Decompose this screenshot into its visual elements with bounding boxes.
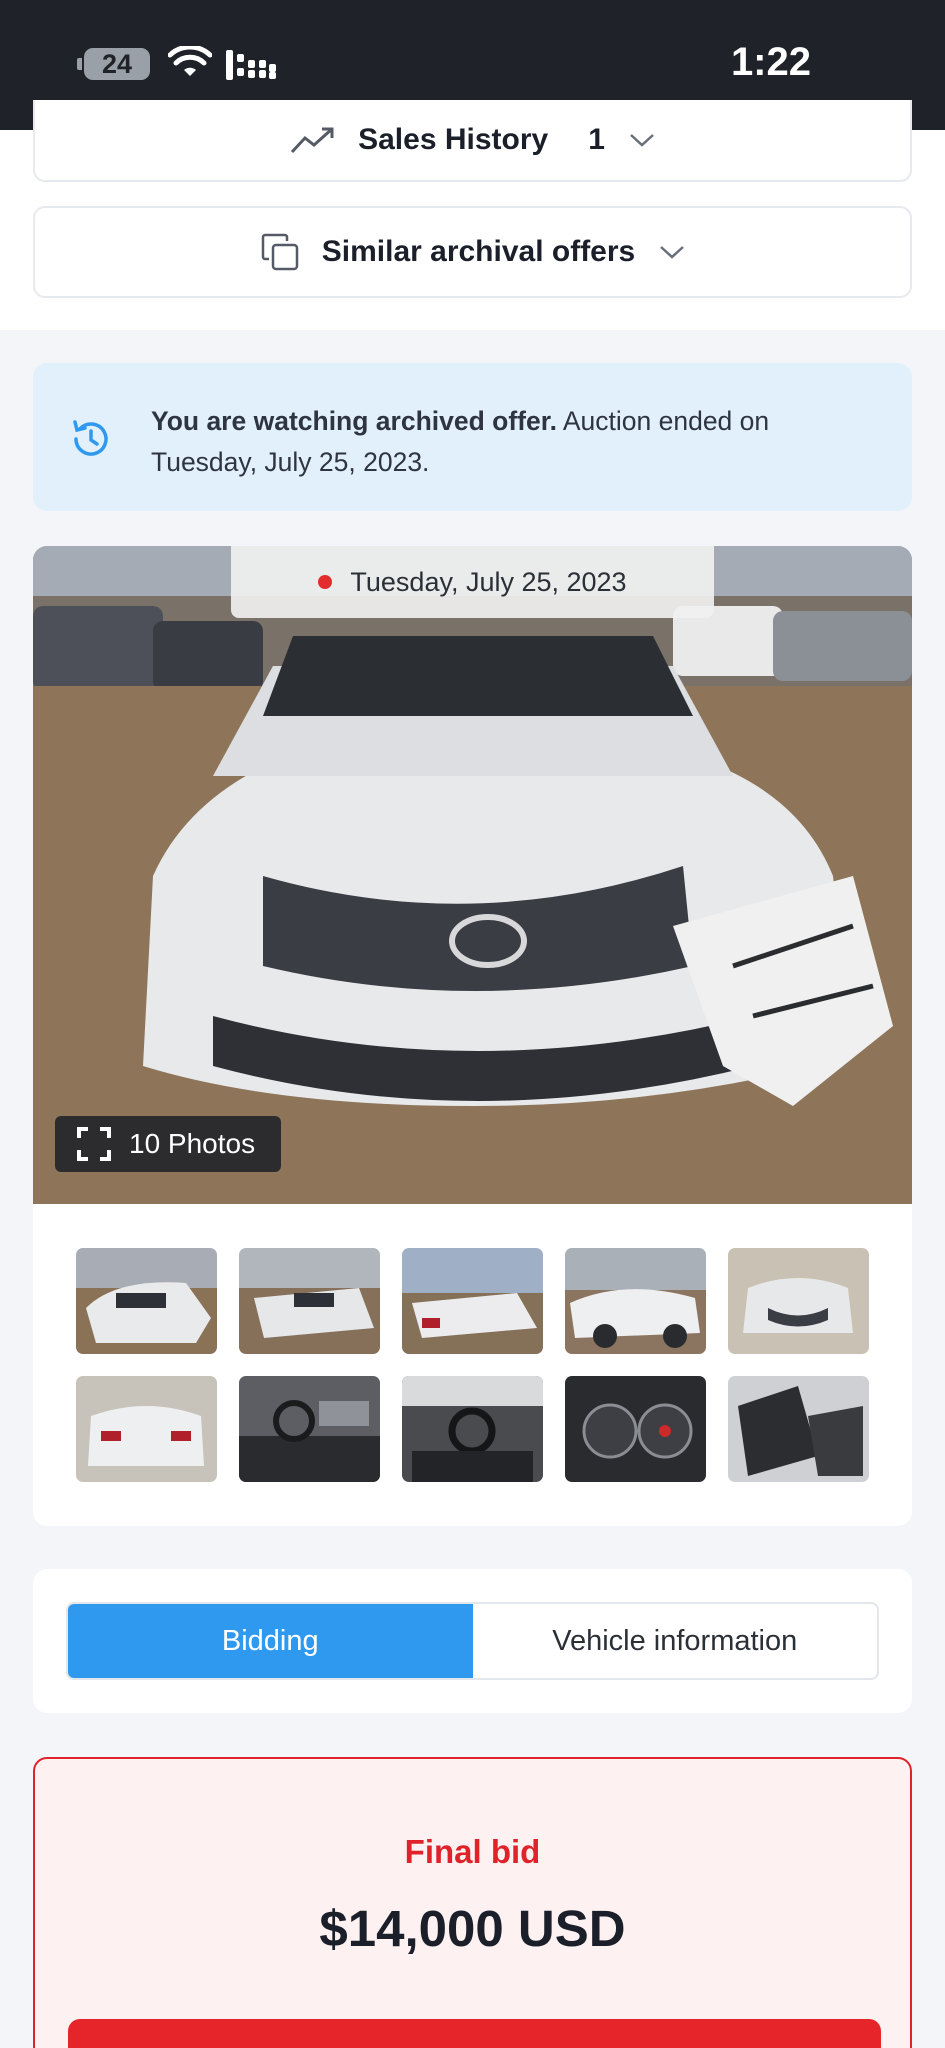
photo-gallery: Tuesday, July 25, 2023 10 Photos — [33, 546, 912, 1526]
final-bid-label: Final bid — [404, 1833, 541, 1870]
notice-text: You are watching archived offer. Auction… — [151, 401, 831, 483]
thumbnail-1[interactable] — [76, 1248, 217, 1354]
photos-count-label: 10 Photos — [129, 1128, 256, 1159]
copy-icon — [260, 232, 300, 272]
thumbnail-9[interactable] — [565, 1376, 706, 1482]
chevron-down-icon — [629, 132, 655, 148]
tab-vehicle-information[interactable]: Vehicle information — [473, 1604, 878, 1678]
chevron-down-icon — [659, 244, 685, 260]
signal-icon — [226, 50, 276, 85]
wifi-icon — [167, 44, 213, 87]
live-dot-icon — [318, 575, 333, 589]
notice-bold: You are watching archived offer. — [151, 406, 557, 436]
thumbnail-8[interactable] — [402, 1376, 543, 1482]
thumbnail-10[interactable] — [728, 1376, 869, 1482]
tab-bidding[interactable]: Bidding — [68, 1604, 473, 1678]
similar-offers-label: Similar archival offers — [321, 235, 636, 268]
tabs-card: Bidding Vehicle information — [33, 1569, 912, 1713]
thumbnail-grid — [76, 1248, 869, 1482]
final-bid-action-bar[interactable] — [68, 2019, 881, 2048]
battery-level: 24 — [101, 49, 133, 79]
thumbnail-6[interactable] — [76, 1376, 217, 1482]
tab-bar: Bidding Vehicle information — [66, 1602, 879, 1680]
auction-date: Tuesday, July 25, 2023 — [350, 566, 627, 597]
main-vehicle-photo[interactable]: Tuesday, July 25, 2023 10 Photos — [33, 546, 912, 1204]
battery-icon: 24 — [77, 48, 150, 80]
thumbnail-4[interactable] — [565, 1248, 706, 1354]
thumbnail-2[interactable] — [239, 1248, 380, 1354]
clock: 1:22 — [730, 40, 811, 84]
sales-history-count: 1 — [588, 123, 605, 156]
thumbnail-5[interactable] — [728, 1248, 869, 1354]
photos-count-button[interactable]: 10 Photos — [55, 1116, 281, 1172]
thumbnail-3[interactable] — [402, 1248, 543, 1354]
auction-date-chip: Tuesday, July 25, 2023 — [231, 546, 714, 618]
sales-history-button[interactable]: Sales History 1 — [33, 100, 912, 182]
similar-offers-button[interactable]: Similar archival offers — [33, 206, 912, 298]
final-bid-value: $14,000 USD — [319, 1900, 626, 1957]
history-icon — [69, 417, 113, 466]
final-bid-card: Final bid $14,000 USD — [33, 1757, 912, 2048]
trend-up-icon — [290, 125, 336, 155]
sales-history-label: Sales History — [358, 123, 549, 156]
archived-notice: You are watching archived offer. Auction… — [33, 363, 912, 511]
thumbnail-7[interactable] — [239, 1376, 380, 1482]
fullscreen-icon — [77, 1127, 111, 1161]
